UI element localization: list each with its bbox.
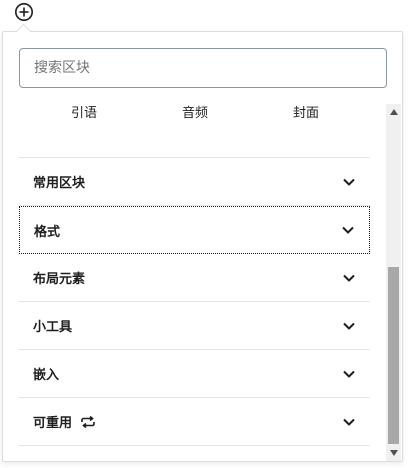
panel-title: 常用区块 [33, 176, 86, 191]
panel-formatting[interactable]: 格式 [19, 206, 370, 254]
scroll-down-arrow-icon[interactable] [386, 445, 401, 461]
recent-block-audio[interactable]: 音频 [155, 102, 235, 121]
chevron-down-icon [342, 319, 356, 333]
recent-block-quote[interactable]: 引语 [44, 102, 124, 121]
chevron-down-icon [342, 367, 356, 381]
chevron-down-icon [341, 223, 355, 237]
plus-circle-icon [15, 3, 33, 21]
scrollbar[interactable] [386, 104, 401, 461]
scrollbar-thumb[interactable] [388, 267, 399, 444]
chevron-down-icon [342, 271, 356, 285]
add-block-button[interactable] [13, 1, 35, 23]
panel-title: 布局元素 [33, 272, 86, 287]
reusable-loop-icon [80, 414, 96, 430]
panel-title: 可重用 [33, 416, 73, 431]
panel-widgets[interactable]: 小工具 [19, 302, 370, 350]
panel-embeds[interactable]: 嵌入 [19, 350, 370, 398]
recent-block-cover[interactable]: 封面 [266, 102, 346, 121]
panel-layout-elements[interactable]: 布局元素 [19, 254, 370, 302]
block-search-input[interactable] [19, 48, 387, 88]
panel-title: 格式 [34, 224, 61, 240]
panel-title: 小工具 [33, 320, 73, 335]
panel-reusable[interactable]: 可重用 [19, 398, 370, 446]
scroll-up-arrow-icon[interactable] [386, 104, 401, 120]
panel-common-blocks[interactable]: 常用区块 [19, 158, 370, 206]
panel-title: 嵌入 [33, 368, 60, 383]
chevron-down-icon [342, 175, 356, 189]
chevron-down-icon [342, 415, 356, 429]
